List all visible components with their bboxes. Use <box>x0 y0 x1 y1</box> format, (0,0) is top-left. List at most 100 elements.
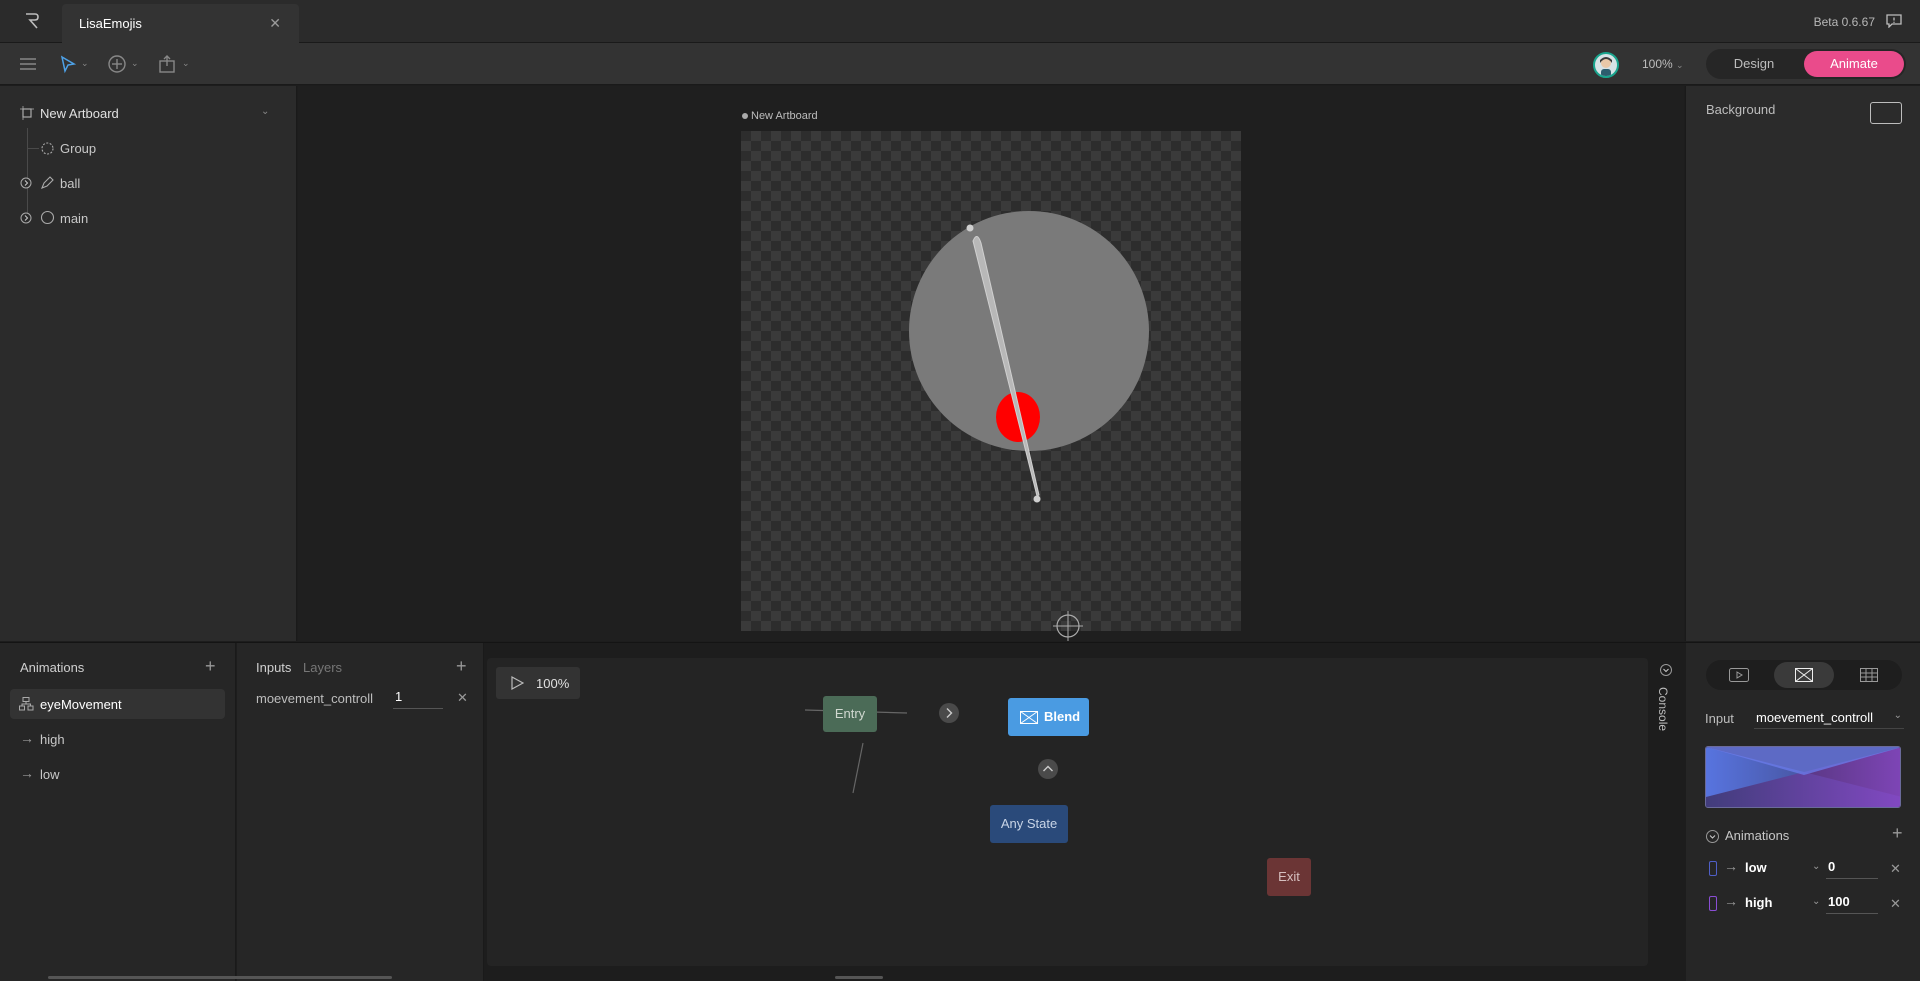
animation-item-label: high <box>40 732 65 747</box>
chevron-down-icon[interactable]: ⌄ <box>182 58 190 69</box>
animations-panel: Animations + eyeMovement → high → low <box>0 643 236 981</box>
origin-crosshair-icon[interactable] <box>1053 611 1083 641</box>
add-input-icon[interactable]: + <box>456 656 467 677</box>
artboard-name: New Artboard <box>40 106 119 121</box>
entry-node[interactable]: Entry <box>823 696 877 732</box>
animation-editor: Animations + eyeMovement → high → low In… <box>0 642 1920 981</box>
add-blend-animation-icon[interactable]: + <box>1892 823 1903 844</box>
rive-logo-icon[interactable] <box>24 12 40 30</box>
arrow-right-icon: → <box>1724 858 1738 874</box>
user-avatar[interactable] <box>1593 52 1619 78</box>
artboard-label-text: New Artboard <box>751 110 818 122</box>
input-name: moevement_controll <box>256 691 374 706</box>
select-tool-icon[interactable] <box>57 54 79 74</box>
blend-row-value[interactable]: 0 <box>1826 859 1878 879</box>
background-label: Background <box>1706 102 1776 117</box>
toolbar: ⌄ ⌄ ⌄ 100% ⌄ Design Animate <box>0 43 1920 85</box>
tree-connector <box>27 148 39 149</box>
color-swatch[interactable] <box>1709 861 1717 876</box>
chevron-down-icon[interactable]: ⌄ <box>261 106 269 117</box>
chevron-down-icon[interactable]: ⌄ <box>131 58 139 69</box>
grid-icon[interactable] <box>1860 668 1878 682</box>
chevron-down-icon[interactable]: ⌄ <box>1812 896 1820 907</box>
hierarchy-item-ball[interactable]: ball <box>0 170 297 196</box>
blend-node[interactable]: Blend <box>1008 698 1089 736</box>
artboard-icon <box>20 106 34 120</box>
inspector-panel: Background <box>1685 86 1920 641</box>
expand-icon[interactable] <box>20 177 32 189</box>
chevron-down-icon[interactable] <box>1660 664 1672 676</box>
version-label: Beta 0.6.67 <box>1813 15 1875 29</box>
remove-icon[interactable]: ✕ <box>1890 896 1901 912</box>
chevron-down-icon[interactable]: ⌄ <box>1812 861 1820 872</box>
design-mode-button[interactable]: Design <box>1706 49 1802 79</box>
horizontal-scrollbar[interactable] <box>48 976 392 979</box>
blend-icon <box>1020 711 1038 724</box>
exit-node[interactable]: Exit <box>1267 858 1311 896</box>
collapse-icon[interactable] <box>1706 830 1719 843</box>
chevron-down-icon[interactable]: ⌄ <box>81 58 89 69</box>
remove-icon[interactable]: ✕ <box>1890 861 1901 877</box>
blend-state-panel: Input moevement_controll ⌄ Animations + … <box>1686 643 1920 981</box>
background-color-swatch[interactable] <box>1870 102 1902 124</box>
horizontal-scrollbar[interactable] <box>835 976 883 979</box>
animation-item-label: eyeMovement <box>40 697 122 712</box>
hierarchy-item-main[interactable]: main <box>0 205 297 231</box>
animation-item-low[interactable]: → low <box>10 759 225 789</box>
inputs-panel: Inputs Layers + moevement_controll 1 ✕ <box>237 643 484 981</box>
bone-joint[interactable] <box>966 224 974 232</box>
transition-arrow-icon[interactable] <box>1037 758 1059 780</box>
blend-row-value[interactable]: 100 <box>1826 894 1878 914</box>
artboard-content <box>909 211 1149 503</box>
zoom-level[interactable]: 100% ⌄ <box>1642 57 1684 71</box>
document-tab[interactable]: LisaEmojis ✕ <box>62 4 299 43</box>
view-switch <box>1706 660 1902 690</box>
tab-inputs[interactable]: Inputs <box>256 660 291 675</box>
export-icon[interactable] <box>157 54 179 74</box>
hierarchy-item-group[interactable]: Group <box>0 135 297 161</box>
menu-icon[interactable] <box>17 54 39 74</box>
chevron-down-icon: ⌄ <box>1893 710 1902 721</box>
blend-icon <box>1795 668 1813 682</box>
ellipse-icon <box>40 210 55 225</box>
console-tab[interactable]: Console <box>1650 643 1682 981</box>
blend-row-name[interactable]: low <box>1745 860 1767 875</box>
bone-joint[interactable] <box>1033 495 1041 503</box>
chevron-down-icon: ⌄ <box>1676 60 1684 70</box>
state-machine-icon <box>19 697 34 711</box>
blend-animations-title: Animations <box>1725 828 1790 843</box>
artboard-label[interactable]: New Artboard <box>742 110 818 122</box>
expand-icon[interactable] <box>20 212 32 224</box>
add-animation-icon[interactable]: + <box>205 656 216 677</box>
hierarchy-artboard[interactable]: New Artboard ⌄ <box>0 100 297 126</box>
input-value-field[interactable]: 1 <box>393 689 443 709</box>
input-select-value: moevement_controll <box>1756 710 1874 725</box>
animation-item-high[interactable]: → high <box>10 724 225 754</box>
state-machine-graph[interactable]: 100% Entry Blend Any State Exit <box>487 658 1648 966</box>
animate-mode-button[interactable]: Animate <box>1804 51 1904 77</box>
blend-row-name[interactable]: high <box>1745 895 1772 910</box>
document-tab-title: LisaEmojis <box>79 16 142 31</box>
hierarchy-item-label: ball <box>60 176 81 191</box>
tab-layers[interactable]: Layers <box>303 660 342 675</box>
remove-input-icon[interactable]: ✕ <box>457 690 468 706</box>
transition-arrow-icon[interactable] <box>938 702 960 724</box>
color-swatch[interactable] <box>1709 896 1717 911</box>
arrow-right-icon: → <box>1724 893 1738 909</box>
feedback-icon[interactable] <box>1886 14 1902 28</box>
dot-icon <box>742 113 748 120</box>
timeline-icon[interactable] <box>1729 668 1749 682</box>
hierarchy-item-label: Group <box>60 141 97 156</box>
zoom-value: 100% <box>1642 57 1673 71</box>
blend-node-label: Blend <box>1044 709 1081 724</box>
arrow-right-icon: → <box>20 765 34 781</box>
hierarchy-panel: New Artboard ⌄ Group ball main <box>0 86 297 641</box>
close-tab-icon[interactable]: ✕ <box>269 15 281 32</box>
animation-item-eyemovement[interactable]: eyeMovement <box>10 689 225 719</box>
any-state-node[interactable]: Any State <box>990 805 1068 843</box>
add-shape-icon[interactable] <box>106 54 128 74</box>
input-select[interactable]: moevement_controll ⌄ <box>1754 707 1904 729</box>
artboard[interactable] <box>741 131 1241 631</box>
blend-preview-graphic <box>1706 747 1900 807</box>
blend-view-button[interactable] <box>1774 662 1834 688</box>
